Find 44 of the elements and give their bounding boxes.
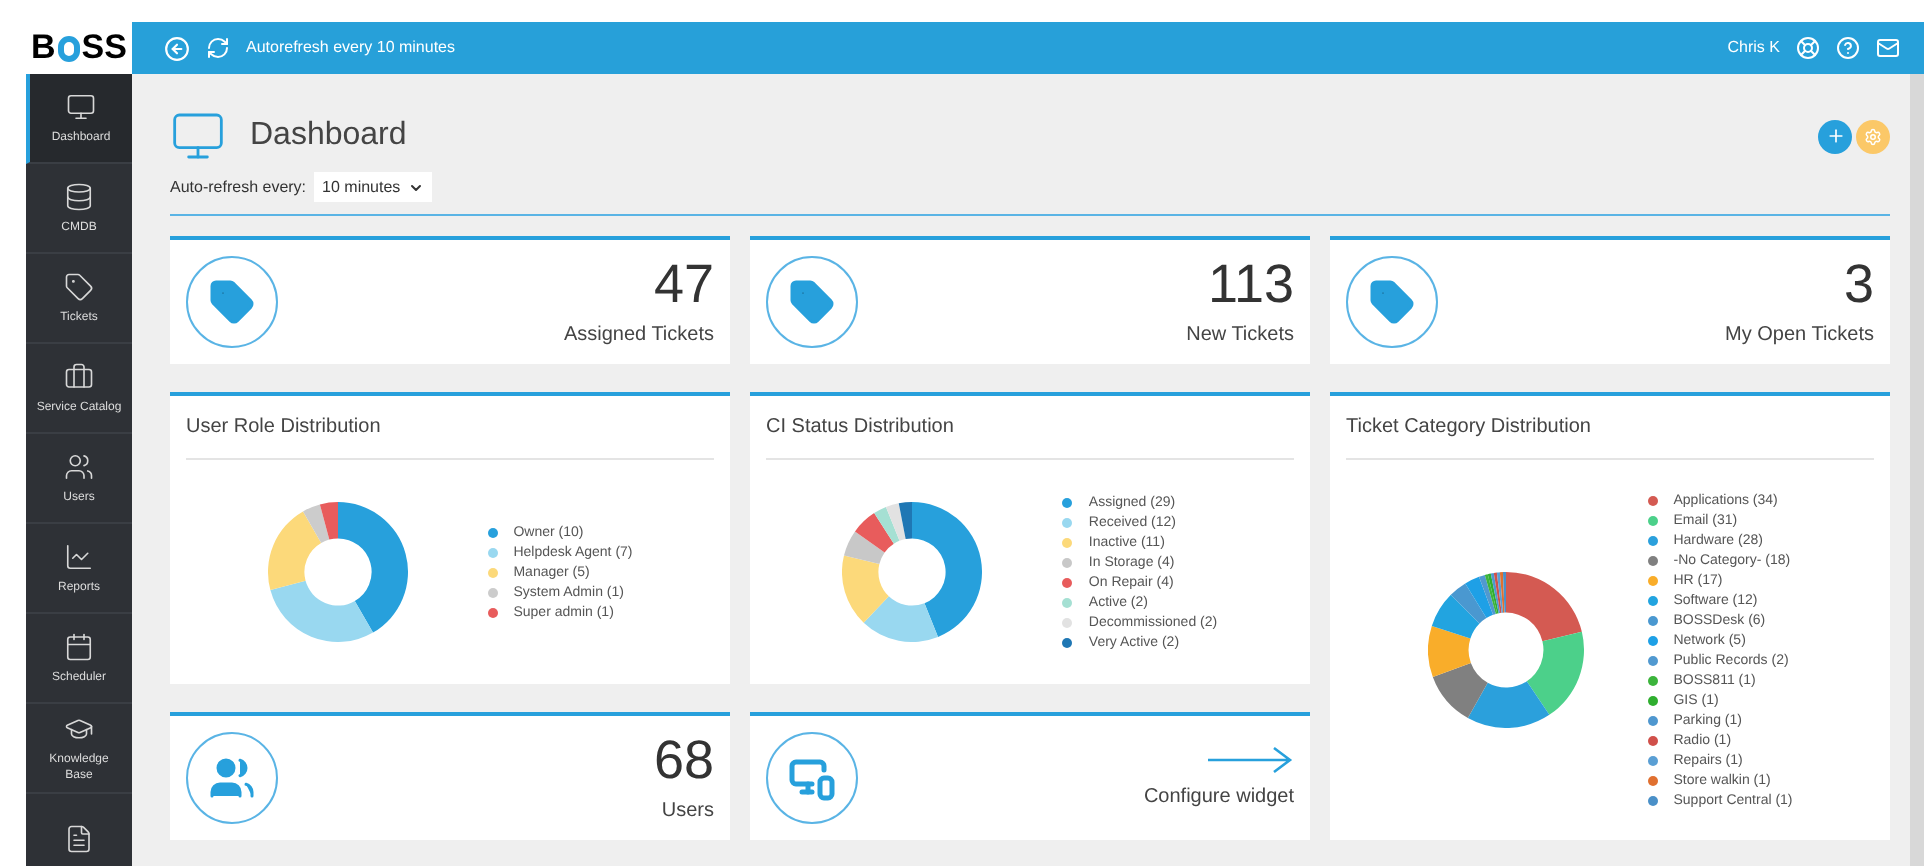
plus-icon: [1825, 126, 1845, 146]
chart-title: Ticket Category Distribution: [1346, 396, 1874, 460]
arrow-right-icon[interactable]: [1206, 745, 1294, 773]
back-icon[interactable]: [164, 35, 190, 61]
monitor-icon: [66, 91, 96, 121]
support-icon[interactable]: [1796, 36, 1820, 60]
monitor-phone-icon: [788, 754, 836, 802]
stat-value: 68: [653, 731, 714, 787]
briefcase-icon: [64, 361, 94, 391]
settings-button[interactable]: [1856, 119, 1890, 153]
users-icon: [64, 451, 94, 481]
stat-label: New Tickets: [1186, 321, 1294, 349]
page-title: Dashboard: [250, 116, 407, 156]
tag-icon: [788, 278, 836, 326]
database-icon: [64, 181, 94, 211]
users-icon: [208, 754, 256, 802]
monitor-icon: [170, 108, 226, 164]
chart-title: CI Status Distribution: [766, 396, 1294, 460]
stat-value: 3: [1843, 255, 1874, 311]
add-button[interactable]: [1818, 119, 1852, 153]
refresh-icon[interactable]: [206, 36, 230, 60]
form-icon: [64, 823, 94, 853]
stat-label: Users: [661, 797, 714, 825]
stat-label[interactable]: Configure widget: [1143, 781, 1294, 811]
logo: B SS: [26, 22, 132, 74]
settings-icon: [1864, 127, 1882, 145]
tag-icon: [1368, 278, 1416, 326]
calendar-icon: [64, 631, 94, 661]
stat-label: My Open Tickets: [1725, 321, 1874, 349]
chevron-down-icon: [408, 179, 425, 195]
mail-icon[interactable]: [1876, 36, 1900, 60]
line-chart-icon: [64, 541, 94, 571]
scrollbar[interactable]: [1910, 74, 1924, 866]
stat-label: Assigned Tickets: [563, 321, 714, 349]
help-icon[interactable]: [1836, 36, 1860, 60]
graduation-cap-icon: [64, 713, 94, 743]
refresh-label: Auto-refresh every:: [170, 175, 307, 199]
tag-icon: [64, 271, 94, 301]
refresh-select[interactable]: 10 minutes: [314, 172, 433, 202]
chart-title: User Role Distribution: [186, 396, 714, 460]
autorefresh-text: Autorefresh every 10 minutes: [246, 36, 455, 60]
tag-icon: [208, 278, 256, 326]
stat-value: 113: [1207, 255, 1294, 311]
stat-value: 47: [653, 255, 714, 311]
